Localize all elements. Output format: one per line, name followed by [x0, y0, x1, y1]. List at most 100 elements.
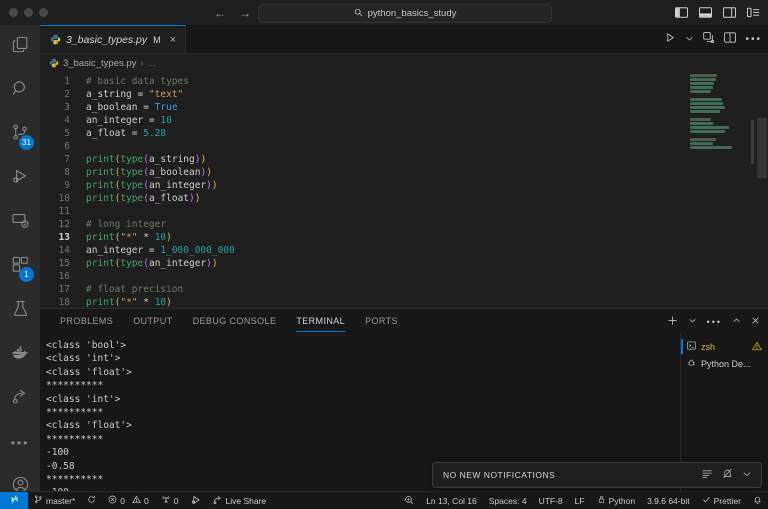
code-line-text: an_integer = 1_000_000_000 [86, 244, 235, 257]
code-line[interactable]: 12 # long integer [40, 218, 246, 231]
close-window-button[interactable] [9, 8, 18, 17]
breadcrumb-file[interactable]: 3_basic_types.py [63, 58, 136, 69]
status-eol[interactable]: LF [569, 492, 591, 509]
code-token: a_float [86, 128, 127, 139]
minimap-row [690, 142, 713, 145]
terminal-session-python-debug[interactable]: Python De... [681, 355, 768, 372]
minimize-window-button[interactable] [24, 8, 33, 17]
sidebar-item-share[interactable] [0, 377, 40, 421]
go-forward-icon[interactable]: → [239, 6, 251, 20]
code-editor[interactable]: 1 # basic data types 2 a_string = "text" 3 a_… [40, 72, 768, 309]
status-sync[interactable] [81, 492, 102, 509]
panel-tab-problems[interactable]: PROBLEMS [50, 309, 123, 334]
minimap-row [690, 126, 729, 129]
code-line[interactable]: 8 print(type(a_boolean)) [40, 166, 246, 179]
status-interpreter[interactable]: 3.9.6 64-bit [641, 492, 696, 509]
status-language-mode[interactable]: Python [591, 492, 641, 509]
code-line[interactable]: 13 print("*" * 10) [40, 231, 246, 244]
sidebar-item-search[interactable] [0, 69, 40, 113]
do-not-disturb-icon[interactable] [722, 466, 733, 484]
breadcrumb-trailing[interactable]: … [147, 58, 156, 68]
more-actions-icon[interactable]: ••• [745, 34, 762, 45]
sidebar-item-source-control[interactable]: 31 [0, 113, 40, 157]
code-line[interactable]: 14 an_integer = 1_000_000_000 [40, 244, 246, 257]
code-line[interactable]: 15 print(type(an_integer)) [40, 257, 246, 270]
minimap-row [690, 74, 717, 77]
split-editor-icon[interactable] [724, 30, 737, 48]
code-line[interactable]: 9 print(type(an_integer)) [40, 179, 246, 192]
run-python-file-icon[interactable] [665, 30, 676, 48]
status-prettier-label: Prettier [713, 495, 741, 506]
quick-search-input[interactable]: python_basics_study [258, 4, 552, 23]
status-problems[interactable]: 0 0 [102, 492, 154, 509]
editor-tab-3-basic-types[interactable]: 3_basic_types.py M × [40, 25, 187, 53]
status-cursor-position[interactable]: Ln 13, Col 16 [420, 492, 483, 509]
code-token: = [131, 89, 149, 100]
status-live-share[interactable]: Live Share [207, 492, 273, 509]
code-line[interactable]: 3 a_boolean = True [40, 101, 246, 114]
remote-explorer-icon [11, 211, 30, 235]
code-line[interactable]: 7 print(type(a_string)) [40, 153, 246, 166]
add-terminal-icon[interactable] [667, 315, 678, 329]
chevron-down-icon[interactable] [685, 30, 694, 48]
code-line[interactable]: 1 # basic data types [40, 75, 246, 88]
sidebar-item-extensions[interactable]: 1 [0, 245, 40, 289]
status-search[interactable] [398, 492, 420, 509]
code-token: ) [166, 232, 172, 243]
terminal-output-line: -100 [46, 447, 69, 459]
status-indentation[interactable]: Spaces: 4 [483, 492, 533, 509]
sidebar-item-remote-explorer[interactable] [0, 201, 40, 245]
code-token: print [86, 232, 115, 243]
panel-tab-terminal[interactable]: TERMINAL [286, 309, 355, 334]
go-back-icon[interactable]: ← [214, 6, 226, 20]
customize-layout-icon[interactable] [747, 7, 760, 18]
line-number: 3 [64, 102, 70, 113]
split-terminal-icon[interactable] [703, 30, 715, 48]
sidebar-item-docker[interactable] [0, 333, 40, 377]
clear-notifications-icon[interactable] [702, 466, 713, 484]
notification-toast[interactable]: NO NEW NOTIFICATIONS [432, 462, 762, 488]
sidebar-item-run-and-debug[interactable] [0, 157, 40, 201]
panel-tab-ports[interactable]: PORTS [355, 309, 408, 334]
remote-window-button[interactable] [0, 492, 28, 509]
terminal-session-zsh[interactable]: zsh [681, 338, 768, 355]
radio-tower-icon [161, 495, 171, 506]
status-prettier[interactable]: Prettier [696, 492, 747, 509]
status-ports[interactable]: 0 [155, 492, 185, 509]
toggle-panel-icon[interactable] [699, 7, 713, 18]
code-line[interactable]: 17 # float precision [40, 283, 246, 296]
code-line[interactable]: 5 a_float = 5.28 [40, 127, 246, 140]
toggle-secondary-sidebar-icon[interactable] [723, 7, 737, 18]
code-line[interactable]: 11 [40, 205, 246, 218]
chevron-down-icon[interactable] [742, 466, 752, 484]
line-number: 16 [58, 271, 70, 282]
status-run-task[interactable] [185, 492, 207, 509]
code-line[interactable]: 6 [40, 140, 246, 153]
editor-scrollbar-thumb[interactable] [757, 118, 767, 178]
maximize-window-button[interactable] [39, 8, 48, 17]
code-line[interactable]: 4 an_integer = 10 [40, 114, 246, 127]
sidebar-item-more[interactable]: ••• [0, 421, 40, 465]
minimap-row [690, 138, 716, 141]
status-branch[interactable]: master* [28, 492, 81, 509]
close-icon[interactable] [751, 316, 760, 328]
close-icon[interactable]: × [170, 34, 176, 46]
chevron-down-icon[interactable] [688, 316, 697, 328]
code-token: type [120, 154, 144, 165]
sidebar-item-explorer[interactable] [0, 25, 40, 69]
minimap-slider[interactable] [751, 120, 754, 164]
code-line[interactable]: 10 print(type(a_float)) [40, 192, 246, 205]
status-encoding[interactable]: UTF-8 [533, 492, 569, 509]
status-notifications[interactable] [747, 492, 768, 509]
panel-tab-output[interactable]: OUTPUT [123, 309, 182, 334]
toggle-primary-sidebar-icon[interactable] [675, 7, 689, 18]
sidebar-item-testing[interactable] [0, 289, 40, 333]
minimap[interactable] [684, 74, 754, 309]
code-line[interactable]: 2 a_string = "text" [40, 88, 246, 101]
code-line[interactable]: 16 [40, 270, 246, 283]
editor-scrollbar[interactable] [756, 72, 768, 309]
panel-tab-debug-console[interactable]: DEBUG CONSOLE [183, 309, 287, 334]
ellipsis-icon[interactable]: ••• [707, 317, 722, 327]
code-line-text: an_integer = 10 [86, 114, 172, 127]
chevron-up-icon[interactable] [732, 316, 741, 328]
